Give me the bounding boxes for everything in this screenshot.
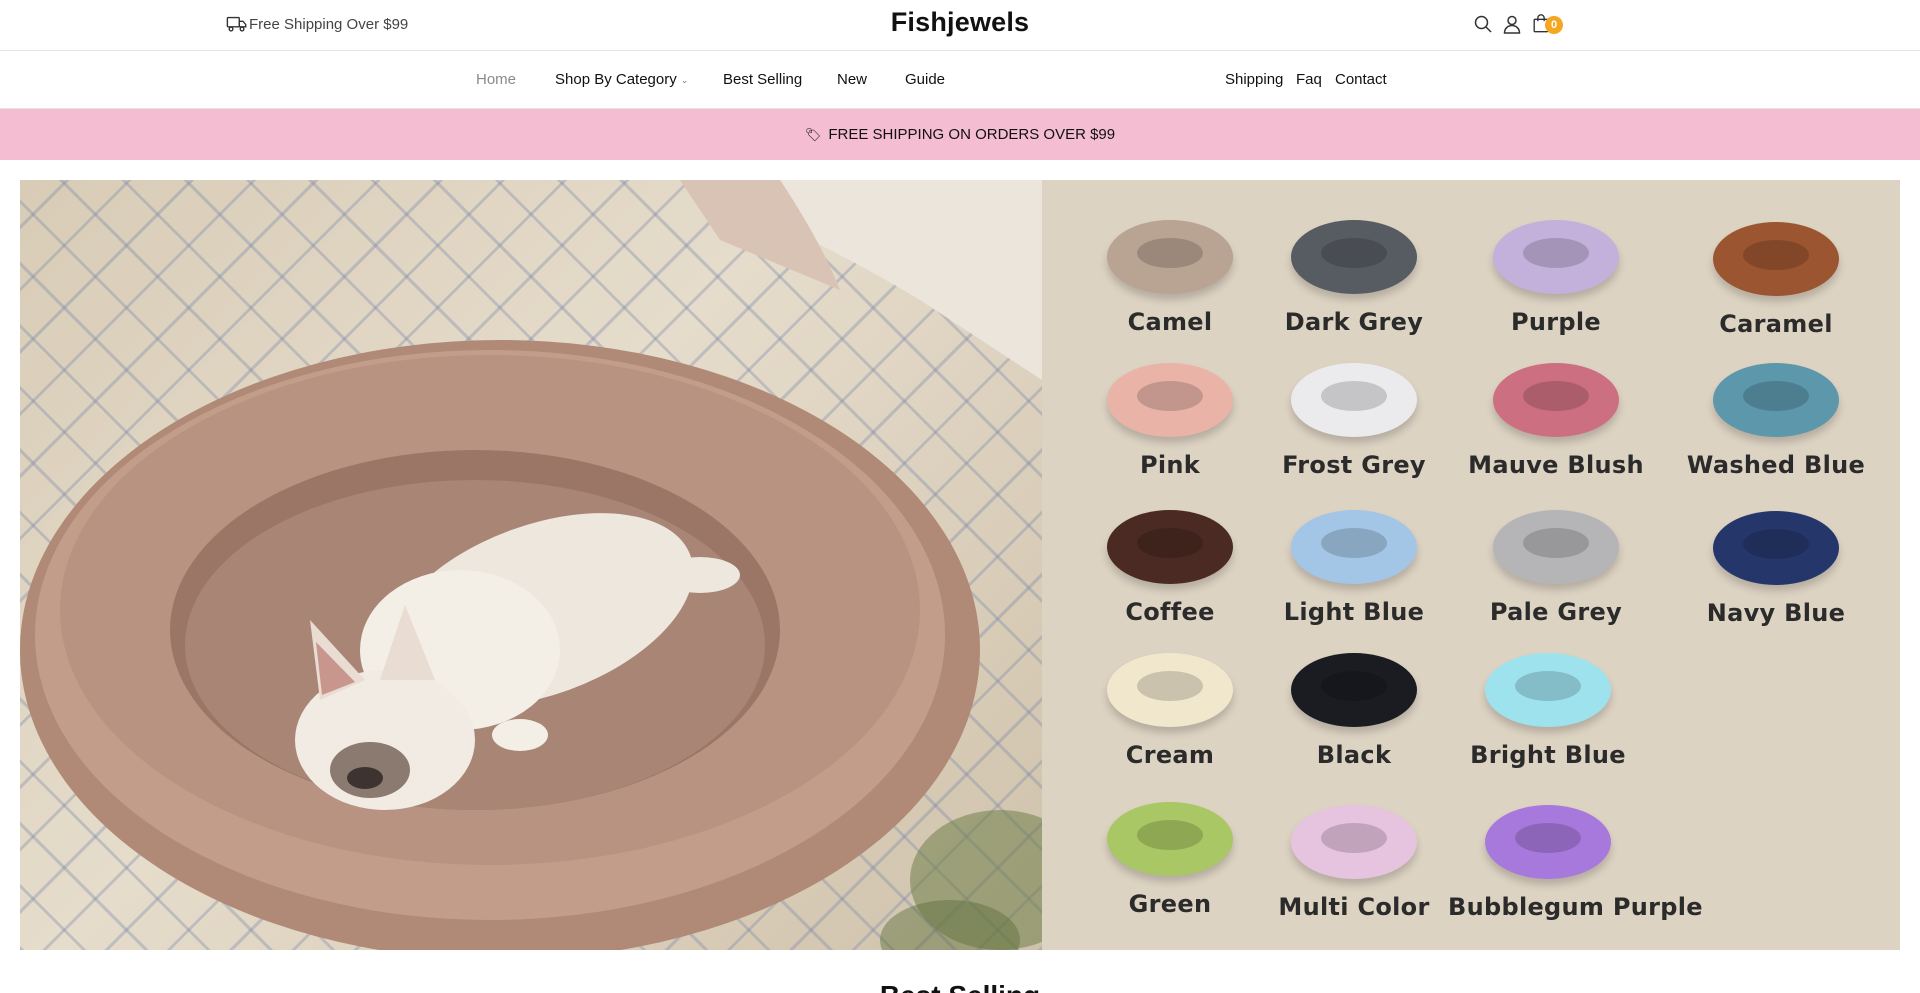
cart-button[interactable]: 0 bbox=[1531, 13, 1563, 35]
swatch-label: Mauve Blush bbox=[1468, 451, 1644, 479]
shipping-note: Free Shipping Over $99 bbox=[226, 14, 408, 34]
search-icon bbox=[1474, 15, 1492, 33]
header-actions: 0 bbox=[1473, 13, 1563, 35]
nav-contact[interactable]: Contact bbox=[1335, 71, 1387, 88]
swatch-bed bbox=[1291, 653, 1417, 727]
swatch-bed bbox=[1485, 653, 1611, 727]
swatch-label: Pale Grey bbox=[1489, 598, 1623, 626]
swatch-bed bbox=[1291, 363, 1417, 437]
swatch-item: Camel bbox=[1070, 220, 1270, 336]
truck-icon bbox=[226, 16, 247, 32]
swatch-label: Coffee bbox=[1125, 598, 1215, 626]
user-icon bbox=[1503, 15, 1521, 34]
swatch-label: Frost Grey bbox=[1282, 451, 1426, 479]
swatch-label: Purple bbox=[1511, 308, 1601, 336]
swatch-bed bbox=[1291, 510, 1417, 584]
swatch-item: Light Blue bbox=[1254, 510, 1454, 626]
swatch-item: Dark Grey bbox=[1254, 220, 1454, 336]
nav-best-selling[interactable]: Best Selling bbox=[723, 71, 802, 88]
swatch-item: Pale Grey bbox=[1456, 510, 1656, 626]
swatch-bed bbox=[1493, 510, 1619, 584]
promo-banner: 🏷 FREE SHIPPING ON ORDERS OVER $99 bbox=[0, 109, 1920, 160]
swatch-label: Green bbox=[1128, 890, 1212, 918]
nav-shop-by-category-label: Shop By Category bbox=[555, 71, 677, 88]
swatch-bed bbox=[1291, 805, 1417, 879]
nav-faq[interactable]: Faq bbox=[1296, 71, 1322, 88]
tag-icon: 🏷 bbox=[804, 126, 822, 142]
hero-banner[interactable]: Camel Dark Grey Purple Caramel Pink Fros… bbox=[20, 180, 1900, 950]
promo-text: FREE SHIPPING ON ORDERS OVER $99 bbox=[828, 126, 1116, 143]
swatch-item: Frost Grey bbox=[1254, 363, 1454, 479]
swatch-bed bbox=[1107, 802, 1233, 876]
swatch-item: Coffee bbox=[1070, 510, 1270, 626]
swatch-label: Cream bbox=[1125, 741, 1215, 769]
swatch-bed bbox=[1713, 222, 1839, 296]
swatch-item: Multi Color bbox=[1254, 805, 1454, 921]
hero-product-photo bbox=[20, 180, 1042, 950]
swatch-label: Bubblegum Purple bbox=[1448, 893, 1703, 921]
swatch-item: Green bbox=[1070, 802, 1270, 918]
swatch-bed bbox=[1485, 805, 1611, 879]
swatch-label: Black bbox=[1316, 741, 1392, 769]
swatch-item: Bubblegum Purple bbox=[1448, 805, 1703, 921]
nav-home[interactable]: Home bbox=[476, 71, 516, 88]
swatch-bed bbox=[1291, 220, 1417, 294]
swatch-label: Light Blue bbox=[1283, 598, 1425, 626]
swatch-bed bbox=[1713, 363, 1839, 437]
swatch-label: Bright Blue bbox=[1470, 741, 1626, 769]
swatch-label: Pink bbox=[1139, 451, 1201, 479]
swatch-label: Washed Blue bbox=[1686, 451, 1866, 479]
swatch-item: Washed Blue bbox=[1676, 363, 1876, 479]
swatch-item: Purple bbox=[1456, 220, 1656, 336]
swatch-bed bbox=[1493, 220, 1619, 294]
swatch-label: Camel bbox=[1127, 308, 1213, 336]
best-selling-heading: Best Selling bbox=[0, 980, 1920, 993]
swatch-label: Dark Grey bbox=[1284, 308, 1424, 336]
swatch-item: Navy Blue bbox=[1676, 511, 1876, 627]
swatch-item: Caramel bbox=[1676, 222, 1876, 338]
nav-new[interactable]: New bbox=[837, 71, 867, 88]
nav-shipping[interactable]: Shipping bbox=[1225, 71, 1283, 88]
swatch-item: Pink bbox=[1070, 363, 1270, 479]
swatch-bed bbox=[1107, 510, 1233, 584]
swatch-item: Mauve Blush bbox=[1456, 363, 1656, 479]
shipping-note-text: Free Shipping Over $99 bbox=[249, 15, 409, 33]
color-swatch-panel: Camel Dark Grey Purple Caramel Pink Fros… bbox=[1042, 180, 1900, 950]
swatch-bed bbox=[1107, 653, 1233, 727]
swatch-item: Cream bbox=[1070, 653, 1270, 769]
nav-guide[interactable]: Guide bbox=[905, 71, 945, 88]
swatch-label: Navy Blue bbox=[1706, 599, 1846, 627]
swatch-item: Bright Blue bbox=[1448, 653, 1648, 769]
cart-count-badge: 0 bbox=[1545, 16, 1563, 34]
top-header: Free Shipping Over $99 Fishjewels 0 bbox=[0, 0, 1920, 51]
nav-shop-by-category[interactable]: Shop By Category ⌄ bbox=[555, 71, 688, 88]
swatch-bed bbox=[1107, 363, 1233, 437]
search-button[interactable] bbox=[1473, 13, 1493, 35]
swatch-label: Multi Color bbox=[1278, 893, 1430, 921]
main-nav: Home Shop By Category ⌄ Best Selling New … bbox=[0, 52, 1920, 109]
swatch-bed bbox=[1107, 220, 1233, 294]
swatch-item: Black bbox=[1254, 653, 1454, 769]
chevron-down-icon: ⌄ bbox=[680, 75, 689, 85]
swatch-bed bbox=[1493, 363, 1619, 437]
dog-bed-illustration bbox=[20, 180, 1042, 950]
swatch-label: Caramel bbox=[1719, 310, 1833, 338]
site-logo[interactable]: Fishjewels bbox=[891, 7, 1030, 37]
account-button[interactable] bbox=[1502, 13, 1522, 35]
swatch-bed bbox=[1713, 511, 1839, 585]
